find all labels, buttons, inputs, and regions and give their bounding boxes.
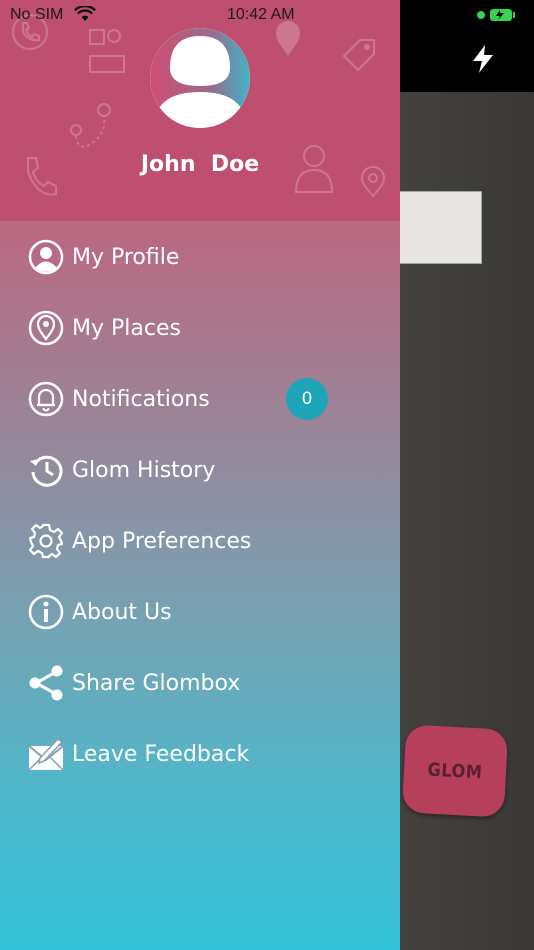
- menu-item-about-us[interactable]: About Us: [0, 582, 400, 642]
- route-icon: [70, 103, 111, 148]
- scan-frame: [396, 191, 482, 264]
- battery-icon: [477, 9, 515, 21]
- status-bar: No SIM 10:42 AM: [0, 0, 534, 30]
- user-name: John Doe: [140, 152, 260, 177]
- share-icon: [29, 665, 63, 701]
- history-icon: [30, 455, 63, 487]
- flash-icon[interactable]: [470, 44, 496, 74]
- wifi-icon: [74, 6, 96, 21]
- glom-button[interactable]: GLOM: [401, 724, 509, 818]
- menu-item-app-preferences[interactable]: App Preferences: [0, 511, 400, 571]
- user-circle-icon: [28, 239, 64, 275]
- location-pin-icon: [28, 310, 64, 346]
- feedback-envelope-icon: [28, 737, 64, 771]
- user-avatar-icon: [150, 28, 250, 128]
- menu-item-share-glombox[interactable]: Share Glombox: [0, 653, 400, 713]
- menu-item-my-places[interactable]: My Places: [0, 298, 400, 358]
- menu-item-label: Glom History: [72, 457, 216, 483]
- menu-item-label: My Profile: [72, 244, 180, 270]
- menu-item-label: My Places: [72, 315, 181, 341]
- menu-item-leave-feedback[interactable]: Leave Feedback: [0, 724, 400, 784]
- info-icon: [28, 594, 64, 630]
- menu-item-notifications[interactable]: Notifications 0: [0, 369, 400, 429]
- people-icon: [89, 29, 125, 73]
- menu-item-label: App Preferences: [72, 528, 252, 554]
- bell-icon: [28, 381, 64, 417]
- menu-item-my-profile[interactable]: My Profile: [0, 227, 400, 287]
- tag-icon: [342, 39, 375, 72]
- navigation-drawer: John Doe My Profile My Places Notificati…: [0, 0, 400, 950]
- glom-button-label: GLOM: [427, 759, 483, 783]
- menu-item-glom-history[interactable]: Glom History: [0, 440, 400, 500]
- carrier-label: No SIM: [10, 6, 64, 23]
- clock: 10:42 AM: [227, 6, 295, 23]
- gear-icon: [28, 523, 64, 559]
- avatar[interactable]: [150, 28, 250, 128]
- drawer-header: John Doe: [0, 0, 400, 221]
- menu-item-label: About Us: [72, 599, 172, 625]
- menu-item-label: Leave Feedback: [72, 741, 250, 767]
- menu-item-label: Notifications: [72, 386, 210, 412]
- menu-item-label: Share Glombox: [72, 670, 241, 696]
- notification-count-badge: 0: [286, 378, 328, 420]
